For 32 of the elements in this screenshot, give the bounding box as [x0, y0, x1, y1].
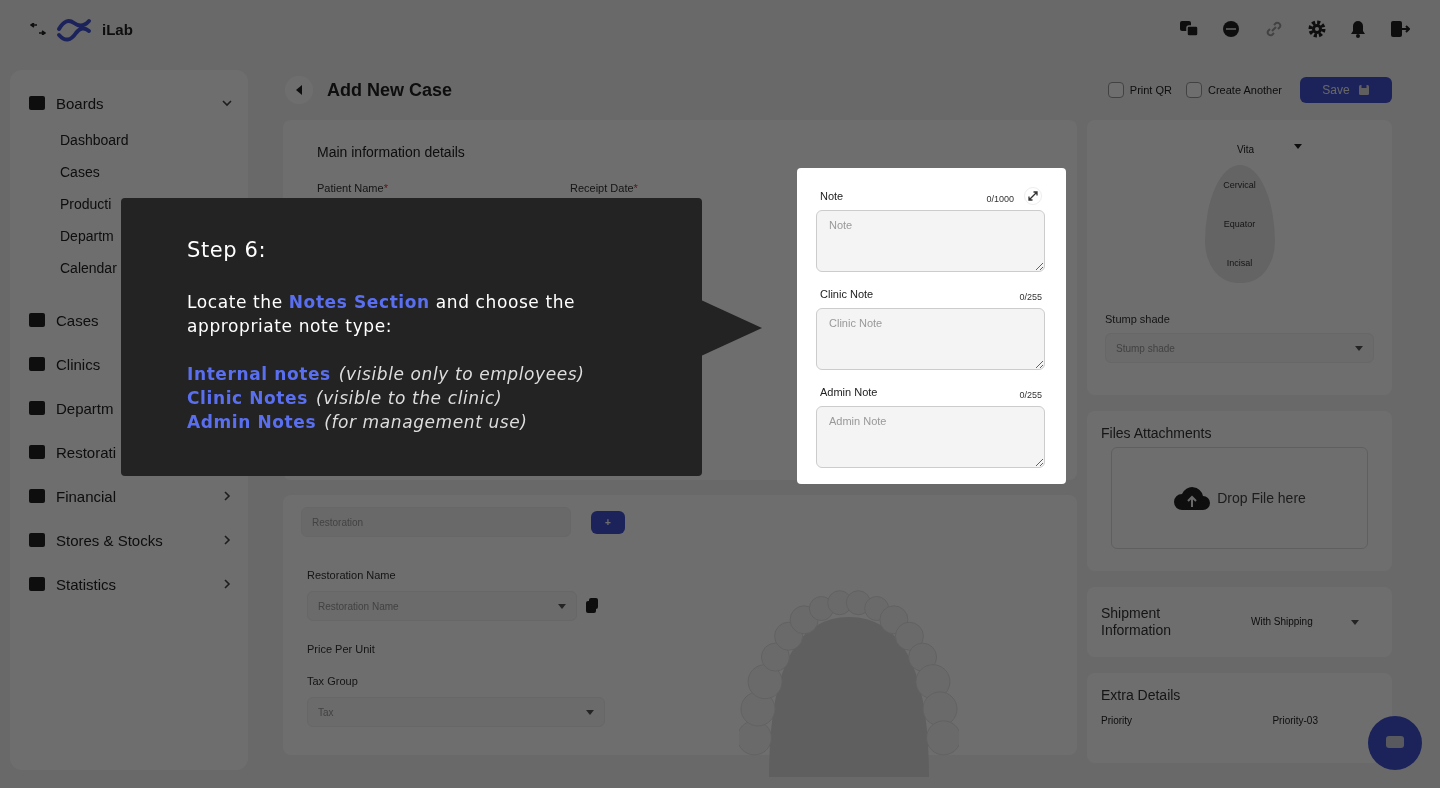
checkbox-label: Print QR: [1129, 84, 1172, 96]
field-label: Stump shade: [1105, 313, 1170, 325]
shade-zone-label: Cervical: [1223, 179, 1256, 190]
field-label: Restoration Name: [307, 569, 397, 581]
section-title: Extra Details: [1101, 687, 1182, 703]
shade-zone-label: Incisal: [1226, 258, 1253, 269]
field-label: Receipt Date*: [570, 182, 639, 194]
section-title: Main information details: [317, 144, 466, 160]
note-type-description: (for management use): [324, 411, 528, 434]
section-title: Shipment Information: [1101, 605, 1173, 639]
note-label: Note: [820, 190, 845, 202]
field-label: Price Per Unit: [307, 643, 376, 655]
character-count: 0/255: [1019, 291, 1042, 302]
tour-step-title: Step 6:: [187, 238, 268, 262]
checkbox-label: Create Another: [1208, 84, 1282, 96]
field-label: Patient Name*: [317, 182, 389, 194]
section-title: Files Attachments: [1101, 425, 1213, 441]
field-label: Priority: [1101, 715, 1133, 726]
note-label: Clinic Note: [820, 288, 875, 300]
character-count: 0/1000: [986, 193, 1014, 204]
note-type-description: (visible only to employees): [338, 363, 585, 386]
note-label: Admin Note: [820, 386, 879, 398]
shade-zone-label: Equator: [1223, 219, 1256, 229]
logo-text: iLab: [102, 20, 133, 38]
character-count: 0/255: [1019, 389, 1042, 400]
note-type-description: (visible to the clinic): [315, 387, 503, 410]
page-title: Add New Case: [327, 79, 453, 101]
field-label: Tax Group: [307, 675, 359, 687]
note-type-name: Internal notes: [187, 363, 331, 386]
note-type-name: Clinic Notes: [187, 387, 308, 410]
note-type-name: Admin Notes: [187, 411, 317, 434]
tour-instructions: Locate the Notes Section and choose the appropriate note type:: [187, 291, 577, 338]
